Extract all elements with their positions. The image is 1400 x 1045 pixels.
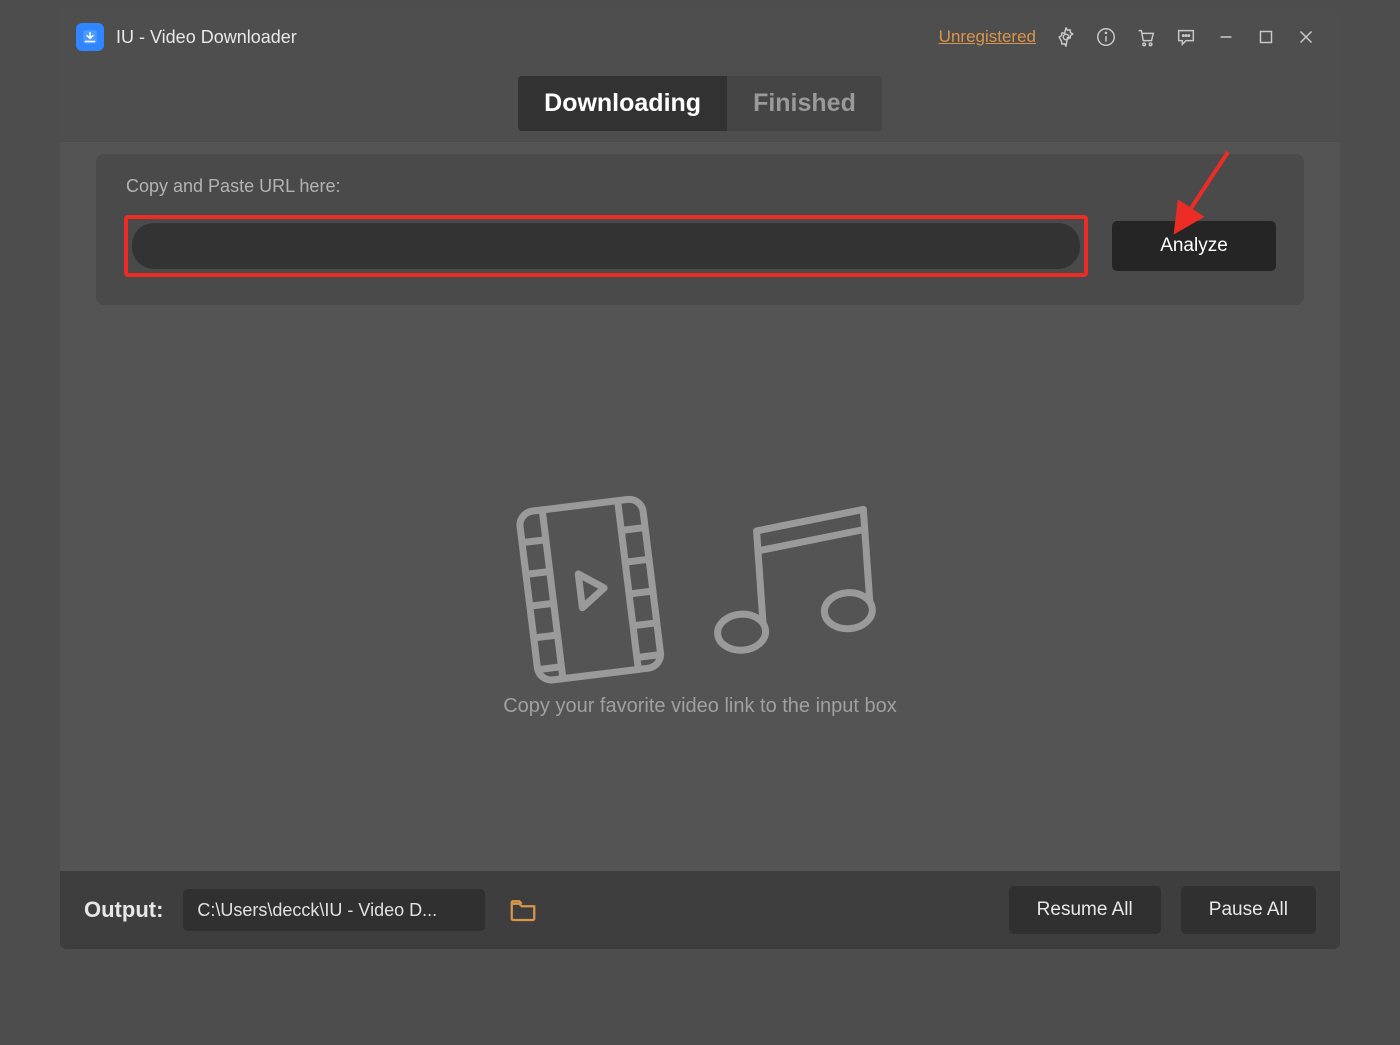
output-label: Output: xyxy=(84,897,163,923)
empty-hint: Copy your favorite video link to the inp… xyxy=(503,695,897,718)
tabs: Downloading Finished xyxy=(518,76,882,131)
info-icon xyxy=(1095,26,1117,48)
folder-icon xyxy=(508,895,538,925)
app-icon xyxy=(76,23,104,51)
minimize-button[interactable] xyxy=(1206,17,1246,57)
url-input[interactable] xyxy=(132,223,1080,269)
cart-icon xyxy=(1135,26,1157,48)
close-button[interactable] xyxy=(1286,17,1326,57)
analyze-button[interactable]: Analyze xyxy=(1112,221,1276,271)
app-title: IU - Video Downloader xyxy=(116,27,297,48)
resume-all-button[interactable]: Resume All xyxy=(1009,886,1161,934)
app-window: IU - Video Downloader Unregistered Downl… xyxy=(60,9,1340,949)
content-area: Copy and Paste URL here: Analyze xyxy=(60,142,1340,871)
close-icon xyxy=(1295,26,1317,48)
empty-icons xyxy=(504,474,896,690)
bottombar: Output: Resume All Pause All xyxy=(60,871,1340,949)
output-path[interactable] xyxy=(183,889,485,931)
tab-downloading[interactable]: Downloading xyxy=(518,76,727,131)
pause-all-button[interactable]: Pause All xyxy=(1181,886,1316,934)
maximize-icon xyxy=(1255,26,1277,48)
tab-finished[interactable]: Finished xyxy=(727,76,882,131)
minimize-icon xyxy=(1215,26,1237,48)
music-note-icon xyxy=(685,494,896,678)
film-icon xyxy=(504,489,677,690)
cart-button[interactable] xyxy=(1126,17,1166,57)
unregistered-link[interactable]: Unregistered xyxy=(939,27,1036,47)
url-label: Copy and Paste URL here: xyxy=(126,176,1276,197)
maximize-button[interactable] xyxy=(1246,17,1286,57)
empty-state: Copy your favorite video link to the inp… xyxy=(60,487,1340,718)
url-row: Analyze xyxy=(124,215,1276,277)
titlebar: IU - Video Downloader Unregistered xyxy=(60,9,1340,65)
settings-button[interactable] xyxy=(1046,17,1086,57)
url-panel: Copy and Paste URL here: Analyze xyxy=(96,154,1304,305)
info-button[interactable] xyxy=(1086,17,1126,57)
chat-icon xyxy=(1175,26,1197,48)
url-input-highlight xyxy=(124,215,1088,277)
tabs-row: Downloading Finished xyxy=(60,65,1340,142)
gear-icon xyxy=(1055,26,1077,48)
browse-folder-button[interactable] xyxy=(505,892,541,928)
feedback-button[interactable] xyxy=(1166,17,1206,57)
